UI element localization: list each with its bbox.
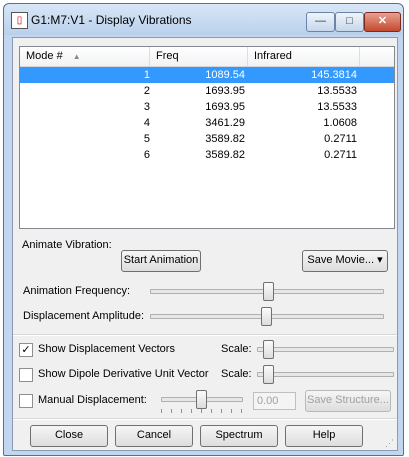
animation-frequency-slider[interactable] [263, 282, 275, 301]
table-row[interactable]: 2 1693.95 13.5533 [20, 83, 394, 99]
cell-mode: 6 [143, 149, 150, 161]
checkmark-icon: ✓ [21, 344, 31, 356]
table-row[interactable]: 1 1089.54 145.3814 [20, 67, 394, 83]
start-animation-button[interactable]: Start Animation [121, 250, 201, 272]
slider-tick [191, 409, 192, 413]
slider-tick [181, 409, 182, 413]
slider-tick [231, 409, 232, 413]
dipole-scale-track [257, 372, 394, 377]
animate-vibration-label: Animate Vibration: [22, 239, 112, 251]
animation-frequency-label: Animation Frequency: [23, 285, 130, 297]
close-button[interactable]: Close [30, 425, 108, 447]
modes-list[interactable]: Mode # ▲ Freq Infrared 1 1089.54 145.3814 2 1… [19, 46, 395, 229]
cell-freq: 3461.29 [205, 117, 245, 129]
cell-mode: 1 [143, 69, 150, 81]
show-dipole-checkbox[interactable] [19, 368, 33, 382]
gaussview-app-icon: ▯ [11, 12, 28, 29]
column-header-freq[interactable]: Freq [150, 47, 248, 66]
sort-ascending-icon: ▲ [72, 52, 81, 61]
slider-tick [221, 409, 222, 413]
spectrum-button[interactable]: Spectrum [200, 425, 278, 447]
slider-tick [171, 409, 172, 413]
cell-ir: 0.2711 [324, 133, 357, 145]
table-row[interactable]: 5 3589.82 0.2711 [20, 131, 394, 147]
save-movie-button[interactable]: Save Movie... ▾ [302, 250, 388, 272]
manual-displacement-value[interactable]: 0.00 [253, 392, 296, 410]
help-button[interactable]: Help [285, 425, 363, 447]
cell-freq: 1693.95 [205, 101, 245, 113]
cell-freq: 1089.54 [205, 69, 245, 81]
save-structure-button[interactable]: Save Structure... [305, 390, 391, 412]
show-displacement-label: Show Displacement Vectors [38, 343, 175, 355]
cell-freq: 1693.95 [205, 85, 245, 97]
cell-ir: 13.5533 [317, 101, 357, 113]
cell-mode: 5 [143, 133, 150, 145]
table-row[interactable]: 3 1693.95 13.5533 [20, 99, 394, 115]
dialog-body: Mode # ▲ Freq Infrared 1 1089.54 145.3814 2 1… [12, 37, 398, 451]
slider-tick [201, 409, 202, 413]
maximize-button[interactable]: □ [335, 12, 364, 32]
slider-tick [161, 409, 162, 413]
manual-displacement-ticks [161, 409, 242, 414]
cell-freq: 3589.82 [205, 133, 245, 145]
display-vibrations-window: ▯ G1:M7:V1 - Display Vibrations — □ ✕ Mo… [3, 3, 404, 456]
displacement-amplitude-label: Displacement Amplitude: [23, 310, 145, 322]
cell-ir: 0.2711 [324, 149, 357, 161]
displacement-amplitude-slider[interactable] [261, 307, 272, 326]
cell-freq: 3589.82 [205, 149, 245, 161]
dropdown-arrow-icon: ▾ [377, 254, 383, 266]
show-displacement-checkbox[interactable]: ✓ [19, 343, 33, 357]
column-header-infrared[interactable]: Infrared [248, 47, 360, 66]
column-header-mode[interactable]: Mode # ▲ [20, 47, 150, 66]
cell-ir: 1.0608 [323, 117, 357, 129]
save-movie-label: Save Movie... [307, 254, 375, 266]
cancel-button[interactable]: Cancel [115, 425, 193, 447]
section-divider [13, 334, 397, 336]
cell-ir: 13.5533 [317, 85, 357, 97]
manual-displacement-slider[interactable] [196, 390, 207, 409]
dipole-scale-label: Scale: [221, 368, 252, 380]
column-header-mode-label: Mode # [26, 50, 63, 62]
displacement-scale-label: Scale: [221, 343, 252, 355]
close-window-button[interactable]: ✕ [364, 12, 401, 32]
title-bar[interactable]: ▯ G1:M7:V1 - Display Vibrations — □ ✕ [4, 4, 403, 35]
show-dipole-label: Show Dipole Derivative Unit Vector [38, 368, 209, 380]
cell-ir: 145.3814 [311, 69, 357, 81]
window-title: G1:M7:V1 - Display Vibrations [31, 13, 192, 27]
table-row[interactable]: 6 3589.82 0.2711 [20, 147, 394, 163]
manual-displacement-checkbox[interactable] [19, 394, 33, 408]
section-divider [13, 418, 397, 420]
modes-list-header: Mode # ▲ Freq Infrared [20, 47, 394, 67]
manual-displacement-label: Manual Displacement: [38, 394, 147, 406]
resize-grip-icon[interactable]: ⋰ [385, 438, 395, 448]
cell-mode: 4 [143, 117, 150, 129]
slider-tick [241, 409, 242, 413]
table-row[interactable]: 4 3461.29 1.0608 [20, 115, 394, 131]
minimize-button[interactable]: — [306, 12, 335, 32]
cell-mode: 2 [143, 85, 150, 97]
dipole-scale-slider[interactable] [263, 365, 275, 384]
cell-mode: 3 [143, 101, 150, 113]
displacement-scale-slider[interactable] [263, 340, 275, 359]
slider-tick [211, 409, 212, 413]
displacement-scale-track [257, 347, 394, 352]
